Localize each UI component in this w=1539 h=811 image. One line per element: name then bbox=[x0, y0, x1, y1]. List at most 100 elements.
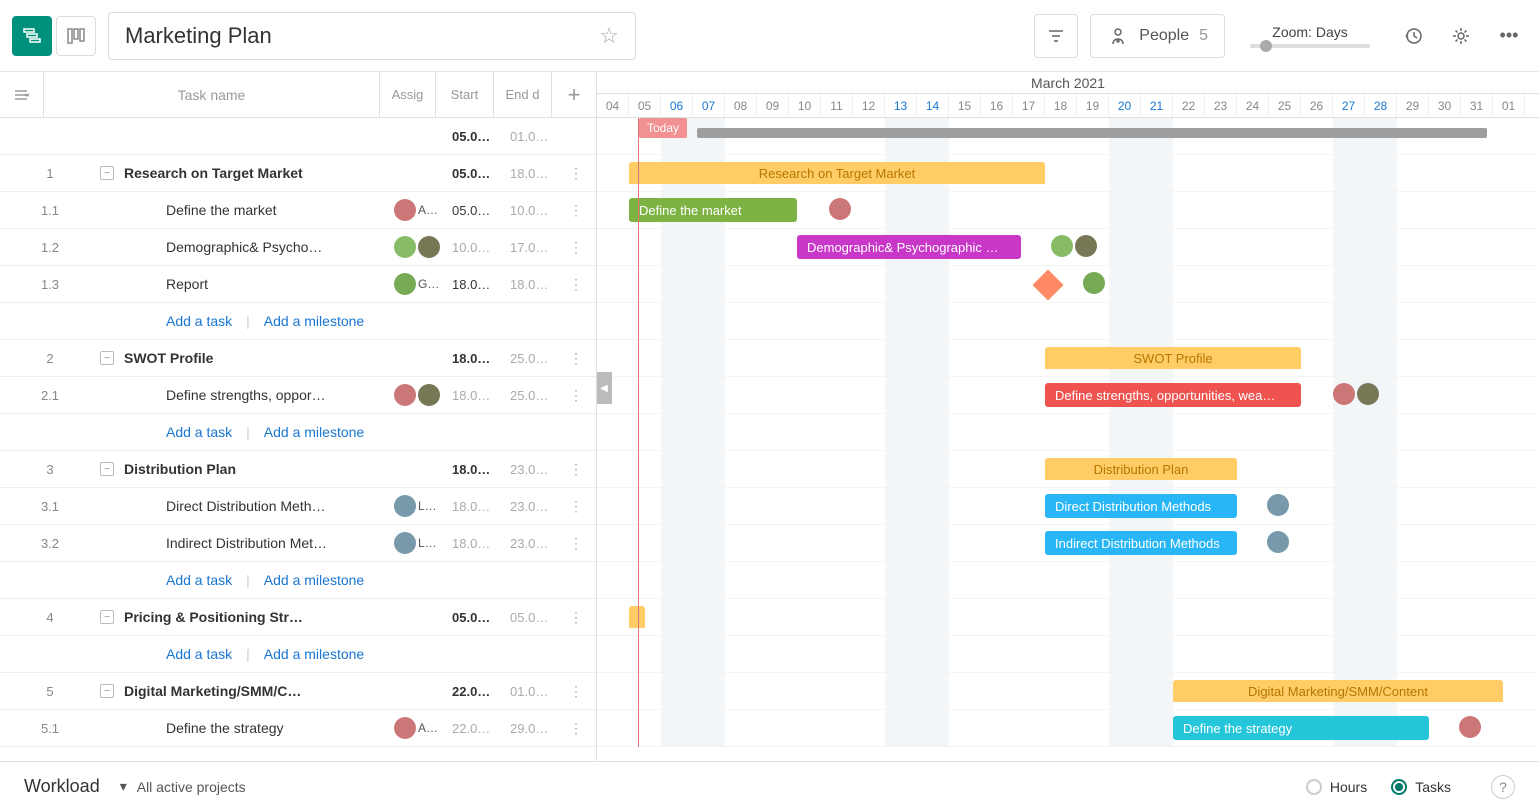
add-task-link[interactable]: Add a task bbox=[166, 572, 232, 588]
day-cell[interactable]: 15 bbox=[949, 94, 981, 117]
workload-scope-dropdown[interactable]: ▾ All active projects bbox=[120, 778, 246, 795]
task-row[interactable]: 1 − Research on Target Market 05.0… 18.0… bbox=[0, 155, 596, 192]
row-menu-icon[interactable]: ⋮ bbox=[566, 387, 586, 404]
end-date[interactable]: 17.0… bbox=[508, 240, 566, 255]
task-name[interactable]: Define the strategy bbox=[124, 720, 394, 736]
collapse-icon[interactable]: − bbox=[100, 684, 114, 698]
task-name[interactable]: Report bbox=[124, 276, 394, 292]
start-date[interactable]: 05.0… bbox=[450, 203, 508, 218]
end-date[interactable]: 05.0… bbox=[508, 610, 566, 625]
start-date[interactable]: 18.0… bbox=[450, 351, 508, 366]
day-cell[interactable]: 29 bbox=[1397, 94, 1429, 117]
row-menu-icon[interactable]: ⋮ bbox=[566, 276, 586, 293]
row-menu-icon[interactable]: ⋮ bbox=[566, 461, 586, 478]
row-menu-icon[interactable]: ⋮ bbox=[566, 720, 586, 737]
end-date[interactable]: 18.0… bbox=[508, 166, 566, 181]
start-date[interactable]: 18.0… bbox=[450, 388, 508, 403]
help-icon[interactable]: ? bbox=[1491, 775, 1515, 799]
start-date[interactable]: 18.0… bbox=[450, 462, 508, 477]
radio-hours[interactable]: Hours bbox=[1306, 779, 1367, 795]
task-row[interactable]: 1.1 Define the market A… 05.0… 10.0… ⋮ bbox=[0, 192, 596, 229]
task-row[interactable]: 3.2 Indirect Distribution Met… L… 18.0… … bbox=[0, 525, 596, 562]
day-cell[interactable]: 19 bbox=[1077, 94, 1109, 117]
day-cell[interactable]: 27 bbox=[1333, 94, 1365, 117]
end-date[interactable]: 01.0… bbox=[508, 684, 566, 699]
start-date[interactable]: 22.0… bbox=[450, 721, 508, 736]
day-cell[interactable]: 11 bbox=[821, 94, 853, 117]
task-bar[interactable]: Define strengths, opportunities, wea… bbox=[1045, 383, 1301, 407]
zoom-slider[interactable] bbox=[1250, 44, 1370, 48]
task-name[interactable]: Demographic& Psycho… bbox=[124, 239, 394, 255]
row-menu-icon[interactable]: ⋮ bbox=[566, 683, 586, 700]
row-filter-icon[interactable] bbox=[0, 72, 44, 117]
row-menu-icon[interactable]: ⋮ bbox=[566, 609, 586, 626]
end-date[interactable]: 23.0… bbox=[508, 462, 566, 477]
day-cell[interactable]: 20 bbox=[1109, 94, 1141, 117]
start-date[interactable]: 10.0… bbox=[450, 240, 508, 255]
add-milestone-link[interactable]: Add a milestone bbox=[264, 646, 364, 662]
day-cell[interactable]: 04 bbox=[597, 94, 629, 117]
task-row[interactable]: 1.2 Demographic& Psycho… 10.0… 17.0… ⋮ bbox=[0, 229, 596, 266]
assignee-cell[interactable]: A… bbox=[394, 717, 450, 739]
task-name[interactable]: Pricing & Positioning Str… bbox=[124, 609, 394, 625]
day-cell[interactable]: 06 bbox=[661, 94, 693, 117]
task-name[interactable]: Distribution Plan bbox=[124, 461, 394, 477]
assignee-cell[interactable]: L… bbox=[394, 532, 450, 554]
people-button[interactable]: People 5 bbox=[1090, 14, 1225, 58]
row-menu-icon[interactable]: ⋮ bbox=[566, 165, 586, 182]
add-milestone-link[interactable]: Add a milestone bbox=[264, 572, 364, 588]
collapse-icon[interactable]: − bbox=[100, 166, 114, 180]
task-name[interactable]: Define the market bbox=[124, 202, 394, 218]
add-task-link[interactable]: Add a task bbox=[166, 424, 232, 440]
day-cell[interactable]: 30 bbox=[1429, 94, 1461, 117]
task-row[interactable]: 4 − Pricing & Positioning Str… 05.0… 05.… bbox=[0, 599, 596, 636]
day-cell[interactable]: 24 bbox=[1237, 94, 1269, 117]
task-name[interactable]: Research on Target Market bbox=[124, 165, 394, 181]
more-icon[interactable]: ••• bbox=[1491, 18, 1527, 54]
day-cell[interactable]: 05 bbox=[629, 94, 661, 117]
day-cell[interactable]: 12 bbox=[853, 94, 885, 117]
project-range-bar[interactable] bbox=[697, 128, 1487, 138]
day-cell[interactable]: 31 bbox=[1461, 94, 1493, 117]
end-date[interactable]: 10.0… bbox=[508, 203, 566, 218]
radio-tasks[interactable]: Tasks bbox=[1391, 779, 1451, 795]
day-cell[interactable]: 28 bbox=[1365, 94, 1397, 117]
board-view-button[interactable] bbox=[56, 16, 96, 56]
group-bar[interactable]: Digital Marketing/SMM/Content bbox=[1173, 680, 1503, 702]
day-cell[interactable]: 23 bbox=[1205, 94, 1237, 117]
day-cell[interactable]: 07 bbox=[693, 94, 725, 117]
milestone-diamond[interactable] bbox=[1032, 269, 1063, 300]
end-date[interactable]: 18.0… bbox=[508, 277, 566, 292]
end-date[interactable]: 25.0… bbox=[508, 388, 566, 403]
task-row[interactable]: 2.1 Define strengths, oppor… 18.0… 25.0…… bbox=[0, 377, 596, 414]
start-date[interactable]: 18.0… bbox=[450, 536, 508, 551]
history-icon[interactable] bbox=[1395, 18, 1431, 54]
add-task-link[interactable]: Add a task bbox=[166, 313, 232, 329]
row-menu-icon[interactable]: ⋮ bbox=[566, 498, 586, 515]
start-date[interactable]: 05.0… bbox=[450, 166, 508, 181]
day-cell[interactable]: 22 bbox=[1173, 94, 1205, 117]
group-bar[interactable]: Distribution Plan bbox=[1045, 458, 1237, 480]
collapse-icon[interactable]: − bbox=[100, 351, 114, 365]
task-name[interactable]: Indirect Distribution Met… bbox=[124, 535, 394, 551]
row-menu-icon[interactable]: ⋮ bbox=[566, 350, 586, 367]
end-date[interactable]: 23.0… bbox=[508, 536, 566, 551]
task-name[interactable]: Digital Marketing/SMM/C… bbox=[124, 683, 394, 699]
task-row[interactable]: 3.1 Direct Distribution Meth… L… 18.0… 2… bbox=[0, 488, 596, 525]
end-date[interactable]: 25.0… bbox=[508, 351, 566, 366]
project-title-input[interactable]: Marketing Plan ☆ bbox=[108, 12, 636, 60]
end-date[interactable]: 23.0… bbox=[508, 499, 566, 514]
group-bar[interactable]: SWOT Profile bbox=[1045, 347, 1301, 369]
day-cell[interactable]: 16 bbox=[981, 94, 1013, 117]
day-cell[interactable]: 17 bbox=[1013, 94, 1045, 117]
add-milestone-link[interactable]: Add a milestone bbox=[264, 424, 364, 440]
day-cell[interactable]: 18 bbox=[1045, 94, 1077, 117]
task-bar[interactable]: Demographic& Psychographic … bbox=[797, 235, 1021, 259]
assignee-cell[interactable] bbox=[394, 384, 450, 406]
task-row[interactable]: 1.3 Report G… 18.0… 18.0… ⋮ bbox=[0, 266, 596, 303]
task-row[interactable]: 2 − SWOT Profile 18.0… 25.0… ⋮ bbox=[0, 340, 596, 377]
day-cell[interactable]: 26 bbox=[1301, 94, 1333, 117]
day-cell[interactable]: 10 bbox=[789, 94, 821, 117]
add-column-button[interactable]: + bbox=[552, 72, 596, 117]
add-task-link[interactable]: Add a task bbox=[166, 646, 232, 662]
